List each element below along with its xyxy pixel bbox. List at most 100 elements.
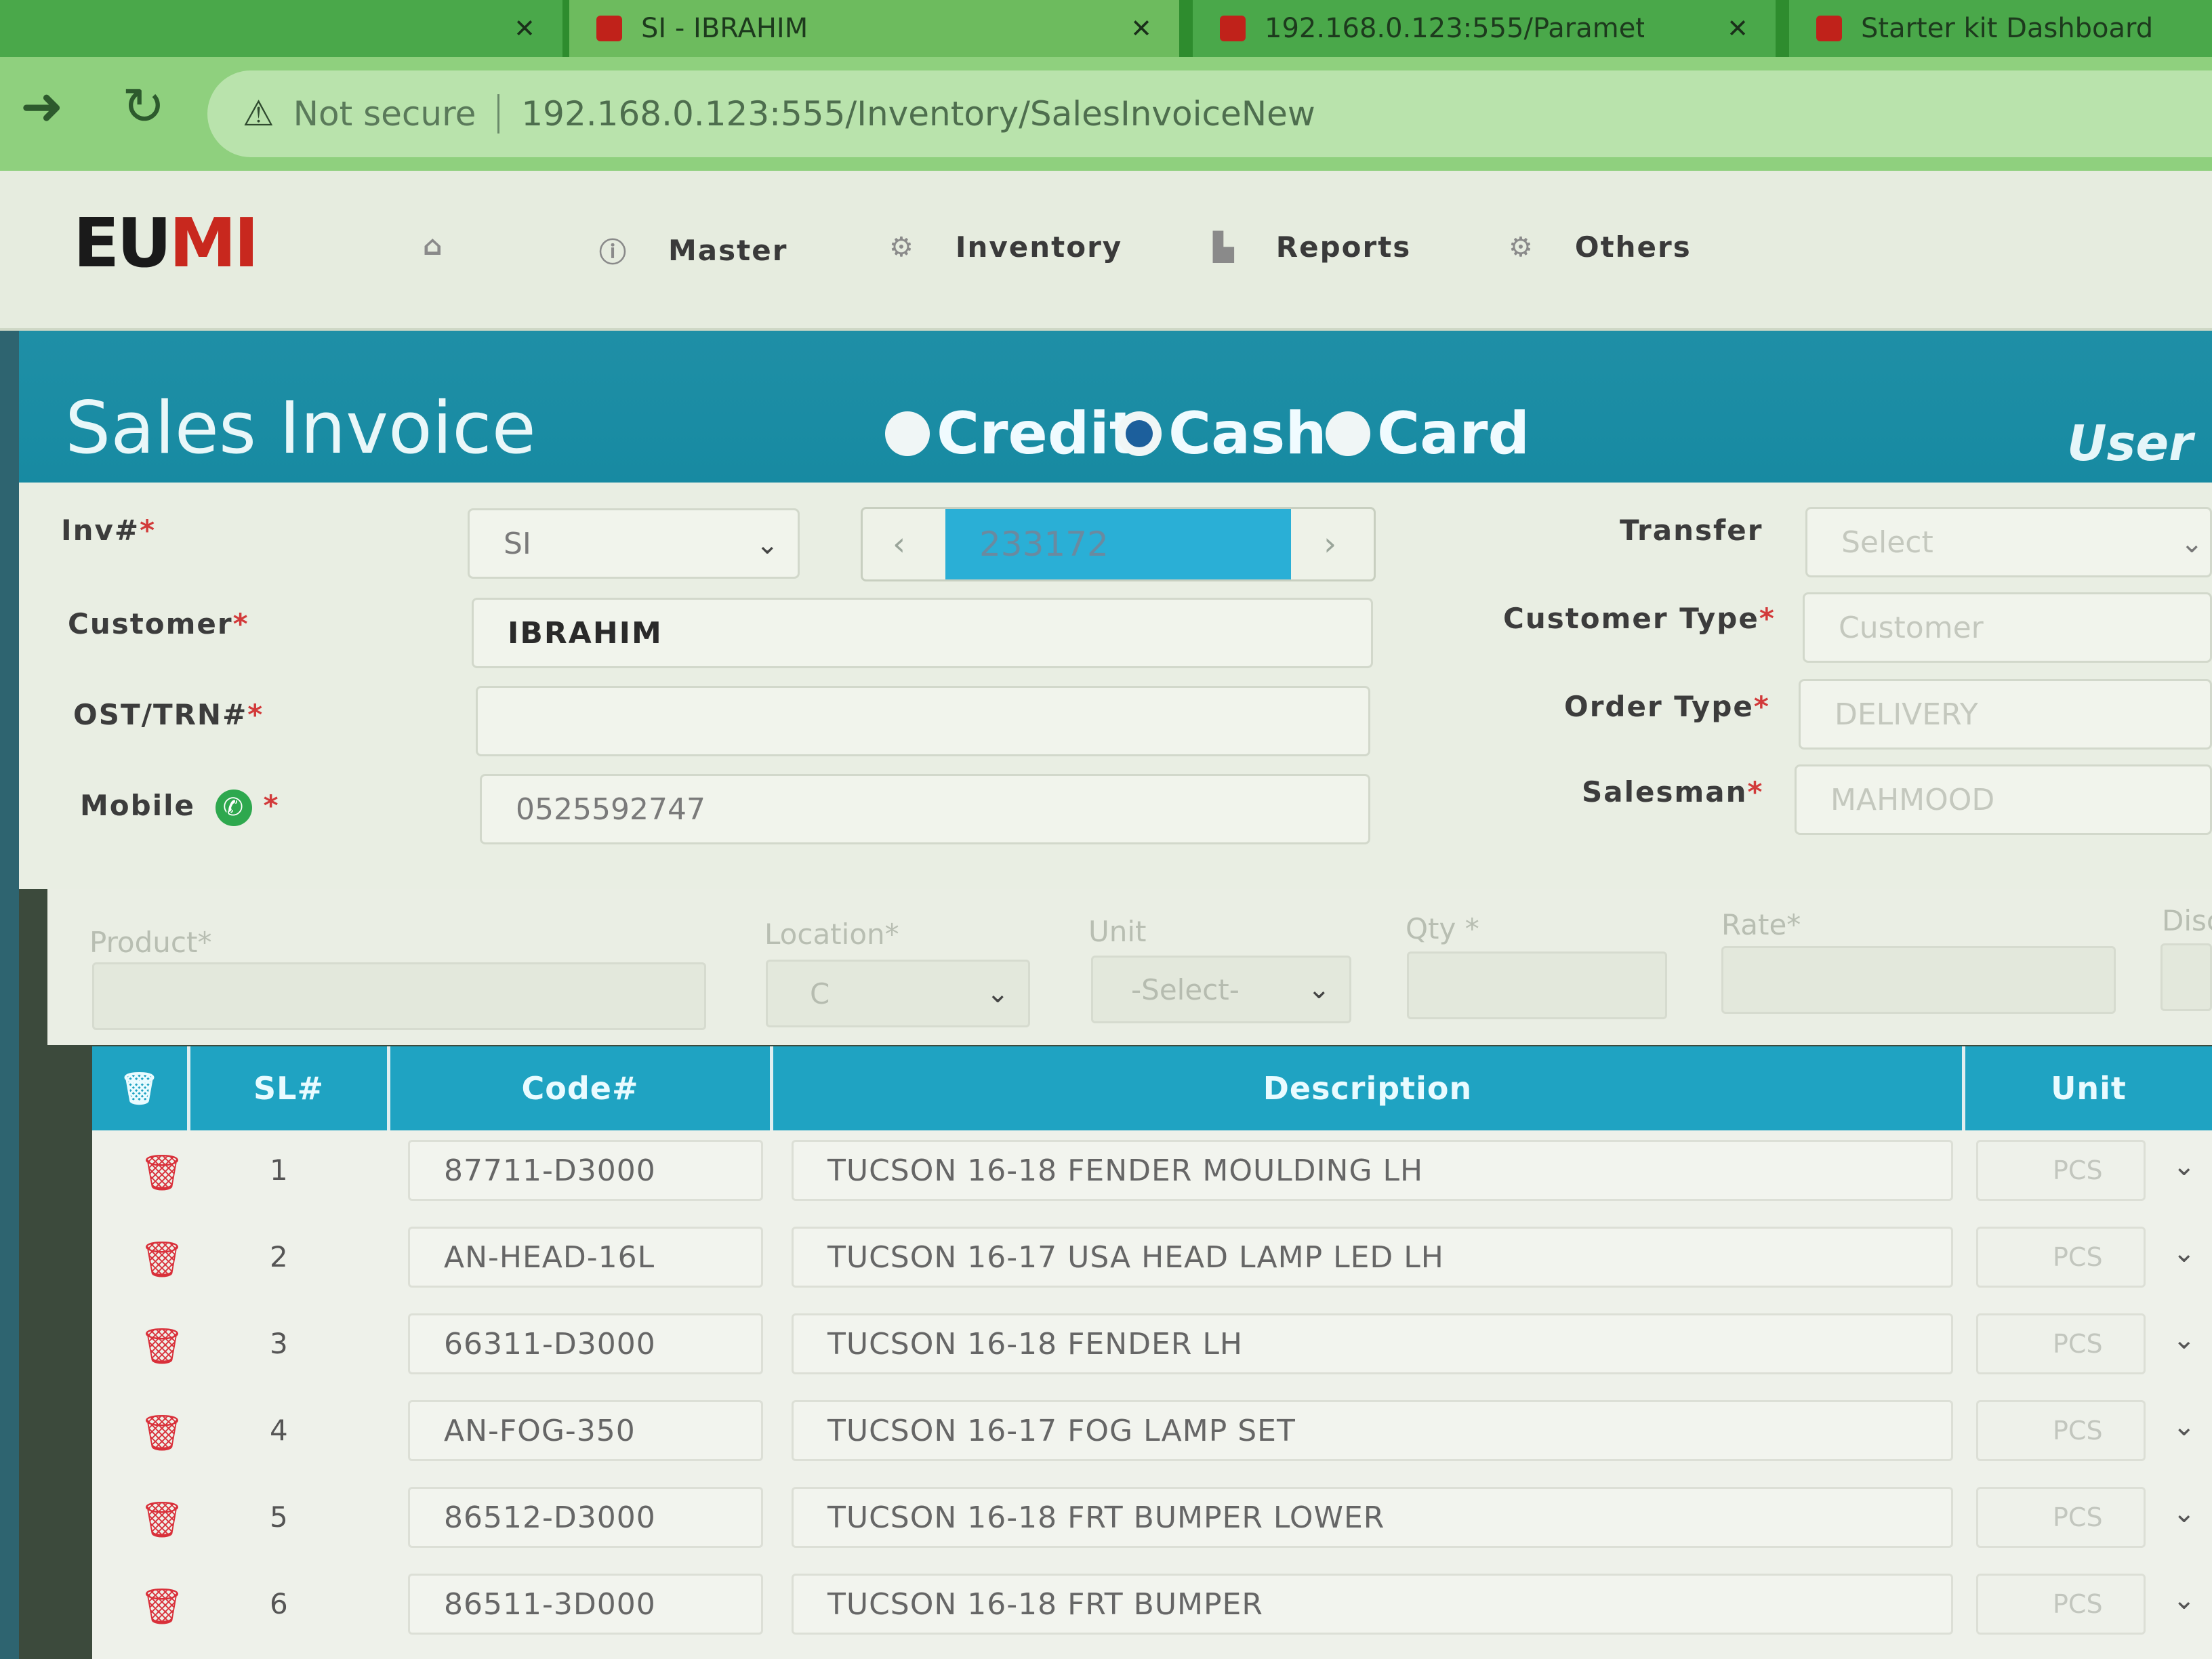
payment-card-radio[interactable]: Card (1326, 400, 1530, 468)
qty-input[interactable] (1407, 951, 1667, 1019)
chevron-right-icon[interactable]: › (1324, 525, 1336, 563)
browser-tab-2[interactable]: SI - IBRAHIM ✕ (569, 0, 1179, 57)
chart-icon: ▙ (1213, 231, 1235, 263)
nav-reports[interactable]: ▙ Reports (1213, 230, 1411, 264)
inv-prefix-value: SI (504, 526, 531, 561)
chevron-down-icon[interactable]: ⌄ (2173, 1498, 2196, 1529)
row-unit-select[interactable]: PCS (1976, 1487, 2146, 1548)
whatsapp-icon[interactable]: ✆ (216, 789, 252, 826)
delete-row-icon[interactable]: 🗑 (140, 1499, 184, 1540)
row-code[interactable]: 66311-D3000 (408, 1313, 763, 1374)
chevron-down-icon[interactable]: ⌄ (2173, 1324, 2196, 1355)
inv-label-text: Inv# (61, 514, 140, 547)
row-sl: 2 (270, 1240, 288, 1273)
row-description[interactable]: TUCSON 16-18 FENDER LH (792, 1313, 1953, 1374)
chevron-down-icon[interactable]: ⌄ (2173, 1411, 2196, 1442)
order-type-label: Order Type* (1564, 690, 1770, 723)
close-icon[interactable]: ✕ (1130, 14, 1152, 43)
delete-row-icon[interactable]: 🗑 (140, 1586, 184, 1627)
customer-type-select[interactable]: Customer (1803, 592, 2212, 663)
row-description[interactable]: TUCSON 16-18 FRT BUMPER (792, 1574, 1953, 1635)
row-unit-select[interactable]: PCS (1976, 1140, 2146, 1201)
security-label[interactable]: Not secure (293, 94, 476, 134)
rate-input[interactable] (1721, 946, 2116, 1014)
logo-part-u: U (117, 203, 171, 283)
ost-trn-input[interactable] (476, 686, 1370, 756)
row-code[interactable]: 87711-D3000 (408, 1140, 763, 1201)
nav-home[interactable]: ⌂ (423, 230, 485, 262)
delete-row-icon[interactable]: 🗑 (140, 1239, 184, 1280)
table-row: 🗑 6 86511-3D000 TUCSON 16-18 FRT BUMPER … (92, 1564, 2212, 1651)
row-unit-select[interactable]: PCS (1976, 1400, 2146, 1461)
radio-icon (1326, 411, 1370, 456)
delete-row-icon[interactable]: 🗑 (140, 1326, 184, 1367)
row-code[interactable]: 86511-3D000 (408, 1574, 763, 1635)
inv-label: Inv#* (61, 514, 156, 547)
info-icon: ⓘ (599, 237, 628, 268)
nav-inventory-label: Inventory (955, 230, 1123, 264)
row-description[interactable]: TUCSON 16-18 FRT BUMPER LOWER (792, 1487, 1953, 1548)
row-unit-select[interactable]: PCS (1976, 1227, 2146, 1288)
row-sl: 6 (270, 1587, 288, 1620)
order-type-select[interactable]: DELIVERY (1799, 679, 2212, 750)
browser-tab-bar: ✕ SI - IBRAHIM ✕ 192.168.0.123:555/Param… (0, 0, 2212, 57)
forward-icon[interactable]: ➜ (20, 76, 64, 136)
table-row: 🗑 4 AN-FOG-350 TUCSON 16-17 FOG LAMP SET… (92, 1391, 2212, 1477)
inv-number-input[interactable]: 233172 (945, 509, 1291, 579)
customer-type-label-text: Customer Type (1503, 602, 1759, 635)
nav-reports-label: Reports (1275, 230, 1412, 264)
nav-others[interactable]: ⚙ Others (1509, 230, 1692, 264)
code-header: Code# (521, 1070, 639, 1107)
reload-icon[interactable]: ↻ (122, 76, 165, 136)
browser-tab-3[interactable]: 192.168.0.123:555/Parameter ✕ (1193, 0, 1776, 57)
salesman-select[interactable]: MAHMOOD (1795, 764, 2212, 835)
payment-credit-radio[interactable]: Credit (885, 400, 1137, 468)
row-sl: 4 (270, 1414, 288, 1447)
row-description[interactable]: TUCSON 16-17 USA HEAD LAMP LED LH (792, 1227, 1953, 1288)
chevron-down-icon[interactable]: ⌄ (2173, 1151, 2196, 1182)
row-unit-select[interactable]: PCS (1976, 1574, 2146, 1635)
sl-header: SL# (253, 1070, 324, 1107)
row-code[interactable]: AN-HEAD-16L (408, 1227, 763, 1288)
unit-select[interactable]: -Select- ⌄ (1091, 956, 1351, 1023)
transfer-select[interactable]: Select ⌄ (1805, 507, 2212, 577)
customer-label-text: Customer (68, 607, 233, 640)
close-icon[interactable]: ✕ (1727, 14, 1748, 43)
disc-input[interactable] (2160, 943, 2212, 1011)
favicon-icon (596, 16, 622, 41)
app-logo[interactable]: EUMI (73, 203, 260, 283)
mobile-input[interactable]: 0525592747 (480, 774, 1370, 844)
page-title: Sales Invoice (65, 386, 536, 470)
divider (497, 94, 500, 134)
address-bar[interactable]: ⚠ Not secure 192.168.0.123:555/Inventory… (207, 70, 2212, 157)
inv-prefix-select[interactable]: SI ⌄ (468, 508, 800, 579)
product-input[interactable] (92, 962, 706, 1030)
chevron-down-icon: ⌄ (2180, 528, 2203, 559)
left-edge (0, 331, 19, 1659)
row-code[interactable]: 86512-D3000 (408, 1487, 763, 1548)
row-description[interactable]: TUCSON 16-18 FENDER MOULDING LH (792, 1140, 1953, 1201)
favicon-icon (1816, 16, 1842, 41)
close-icon[interactable]: ✕ (514, 14, 535, 43)
logo-part-e: E (73, 203, 119, 283)
nav-inventory[interactable]: ⚙ Inventory (889, 230, 1122, 264)
logo-part-mi: MI (169, 203, 260, 283)
row-code[interactable]: AN-FOG-350 (408, 1400, 763, 1461)
customer-input[interactable]: IBRAHIM (472, 598, 1373, 668)
payment-cash-radio[interactable]: Cash (1117, 400, 1327, 468)
mobile-label: Mobile ✆ * (80, 789, 280, 826)
tab-label: Starter kit Dashboard (1861, 13, 2154, 44)
browser-tab-1[interactable]: ✕ (0, 0, 562, 57)
chevron-down-icon[interactable]: ⌄ (2173, 1584, 2196, 1616)
chevron-left-icon[interactable]: ‹ (893, 525, 905, 563)
delete-row-icon[interactable]: 🗑 (140, 1412, 184, 1454)
row-unit-select[interactable]: PCS (1976, 1313, 2146, 1374)
row-description[interactable]: TUCSON 16-17 FOG LAMP SET (792, 1400, 1953, 1461)
delete-all-icon[interactable]: 🗑 (92, 1046, 187, 1130)
table-row: 🗑 5 86512-D3000 TUCSON 16-18 FRT BUMPER … (92, 1477, 2212, 1564)
delete-row-icon[interactable]: 🗑 (140, 1152, 184, 1193)
location-select[interactable]: C ⌄ (766, 960, 1030, 1027)
nav-master[interactable]: ⓘ Master (599, 230, 787, 270)
chevron-down-icon[interactable]: ⌄ (2173, 1237, 2196, 1269)
browser-tab-4[interactable]: Starter kit Dashboard (1789, 0, 2212, 57)
